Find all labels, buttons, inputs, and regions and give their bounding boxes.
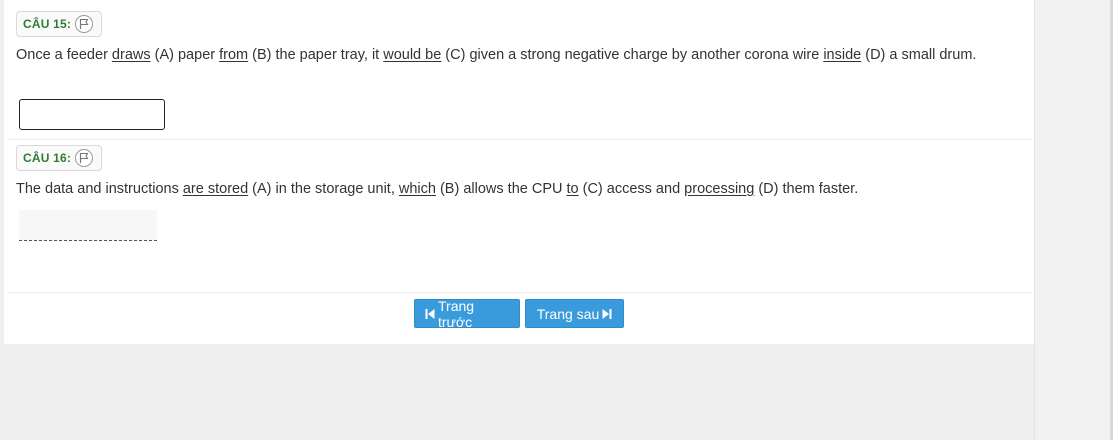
nav-divider [8, 292, 1032, 293]
underlined-option: processing [684, 181, 755, 197]
skip-forward-icon [602, 308, 612, 320]
next-page-button[interactable]: Trang sau [525, 299, 624, 328]
flag-icon[interactable] [75, 149, 94, 167]
answer-input-16[interactable] [19, 210, 157, 241]
question-panel: CÂU 15: Once a feeder draws (A) paper fr… [4, 0, 1034, 344]
question-text-segment: (B) the paper tray, it [248, 47, 384, 63]
question-text-segment: (C) access and [578, 181, 685, 197]
flag-icon[interactable] [75, 15, 94, 33]
question-text-segment: (D) a small drum. [861, 47, 977, 63]
underlined-option: from [219, 47, 249, 63]
question-text-segment: (C) given a strong negative charge by an… [441, 47, 824, 63]
answer-input-15[interactable] [19, 99, 165, 130]
question-16-label: CÂU 16: [23, 151, 72, 165]
underlined-option: are stored [182, 181, 249, 197]
question-text-segment: (A) paper [150, 47, 220, 63]
underlined-option: which [398, 181, 436, 197]
question-text-segment: Once a feeder [16, 47, 112, 63]
question-15-label: CÂU 15: [23, 17, 72, 31]
question-16-text: The data and instructions are stored (A)… [16, 179, 1006, 200]
underlined-option: would be [383, 47, 442, 63]
question-15-header: CÂU 15: [16, 11, 103, 37]
previous-page-button[interactable]: Trang trước [414, 297, 520, 330]
question-text-segment: (A) in the storage unit, [248, 181, 399, 197]
right-sidebar [1034, 0, 1113, 440]
underlined-option: to [566, 181, 579, 197]
underlined-option: inside [823, 47, 862, 63]
underlined-option: draws [111, 47, 151, 63]
question-15-text: Once a feeder draws (A) paper from (B) t… [16, 45, 1006, 66]
skip-back-icon [425, 308, 435, 320]
next-page-label: Trang sau [536, 305, 600, 322]
question-text-segment: (B) allows the CPU [435, 181, 567, 197]
question-divider [8, 139, 1032, 140]
question-16-header: CÂU 16: [16, 145, 103, 171]
question-text-segment: The data and instructions [16, 181, 183, 197]
question-text-segment: (D) them faster. [754, 181, 859, 197]
previous-page-label: Trang trước [438, 297, 475, 330]
